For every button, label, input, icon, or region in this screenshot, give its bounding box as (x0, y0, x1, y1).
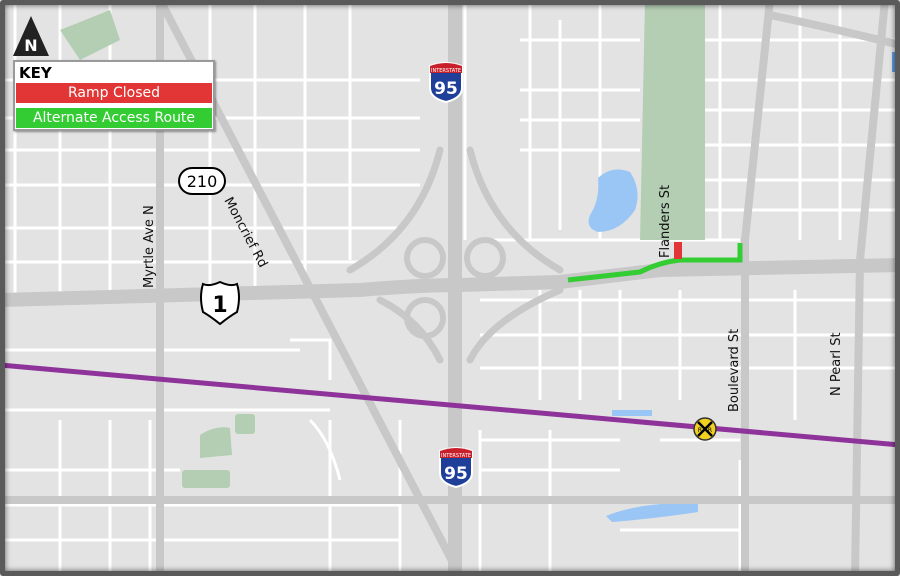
svg-text:210: 210 (187, 172, 218, 191)
street-label-myrtle: Myrtle Ave N (142, 205, 157, 288)
legend-title: KEY (19, 64, 52, 82)
north-arrow-icon: N (13, 16, 49, 56)
river (892, 52, 900, 72)
svg-text:INTERSTATE: INTERSTATE (431, 68, 461, 74)
railroad-crossing-icon: R R (693, 417, 717, 441)
park (235, 414, 255, 434)
park (182, 470, 230, 488)
street-label-pearl: N Pearl St (829, 332, 844, 396)
state-road-210-shield: 210 (178, 167, 226, 195)
svg-text:R: R (708, 427, 712, 434)
svg-text:N: N (24, 36, 37, 55)
street-label-flanders: Flanders St (658, 185, 673, 258)
map-legend: KEY Ramp Closed Alternate Access Route (13, 60, 215, 131)
svg-text:INTERSTATE: INTERSTATE (441, 453, 471, 459)
svg-text:R: R (698, 427, 702, 434)
legend-item-alternate-route: Alternate Access Route (16, 108, 212, 128)
interstate-95-shield-bottom: INTERSTATE 95 (439, 447, 473, 489)
pond (612, 410, 652, 416)
svg-text:95: 95 (444, 464, 468, 484)
ramp-closed-marker (674, 242, 682, 259)
interstate-95-shield-top: INTERSTATE 95 (429, 62, 463, 104)
street-label-boulevard: Boulevard St (727, 329, 742, 412)
legend-item-ramp-closed: Ramp Closed (16, 83, 212, 103)
svg-text:95: 95 (434, 79, 458, 99)
svg-text:1: 1 (212, 293, 227, 318)
